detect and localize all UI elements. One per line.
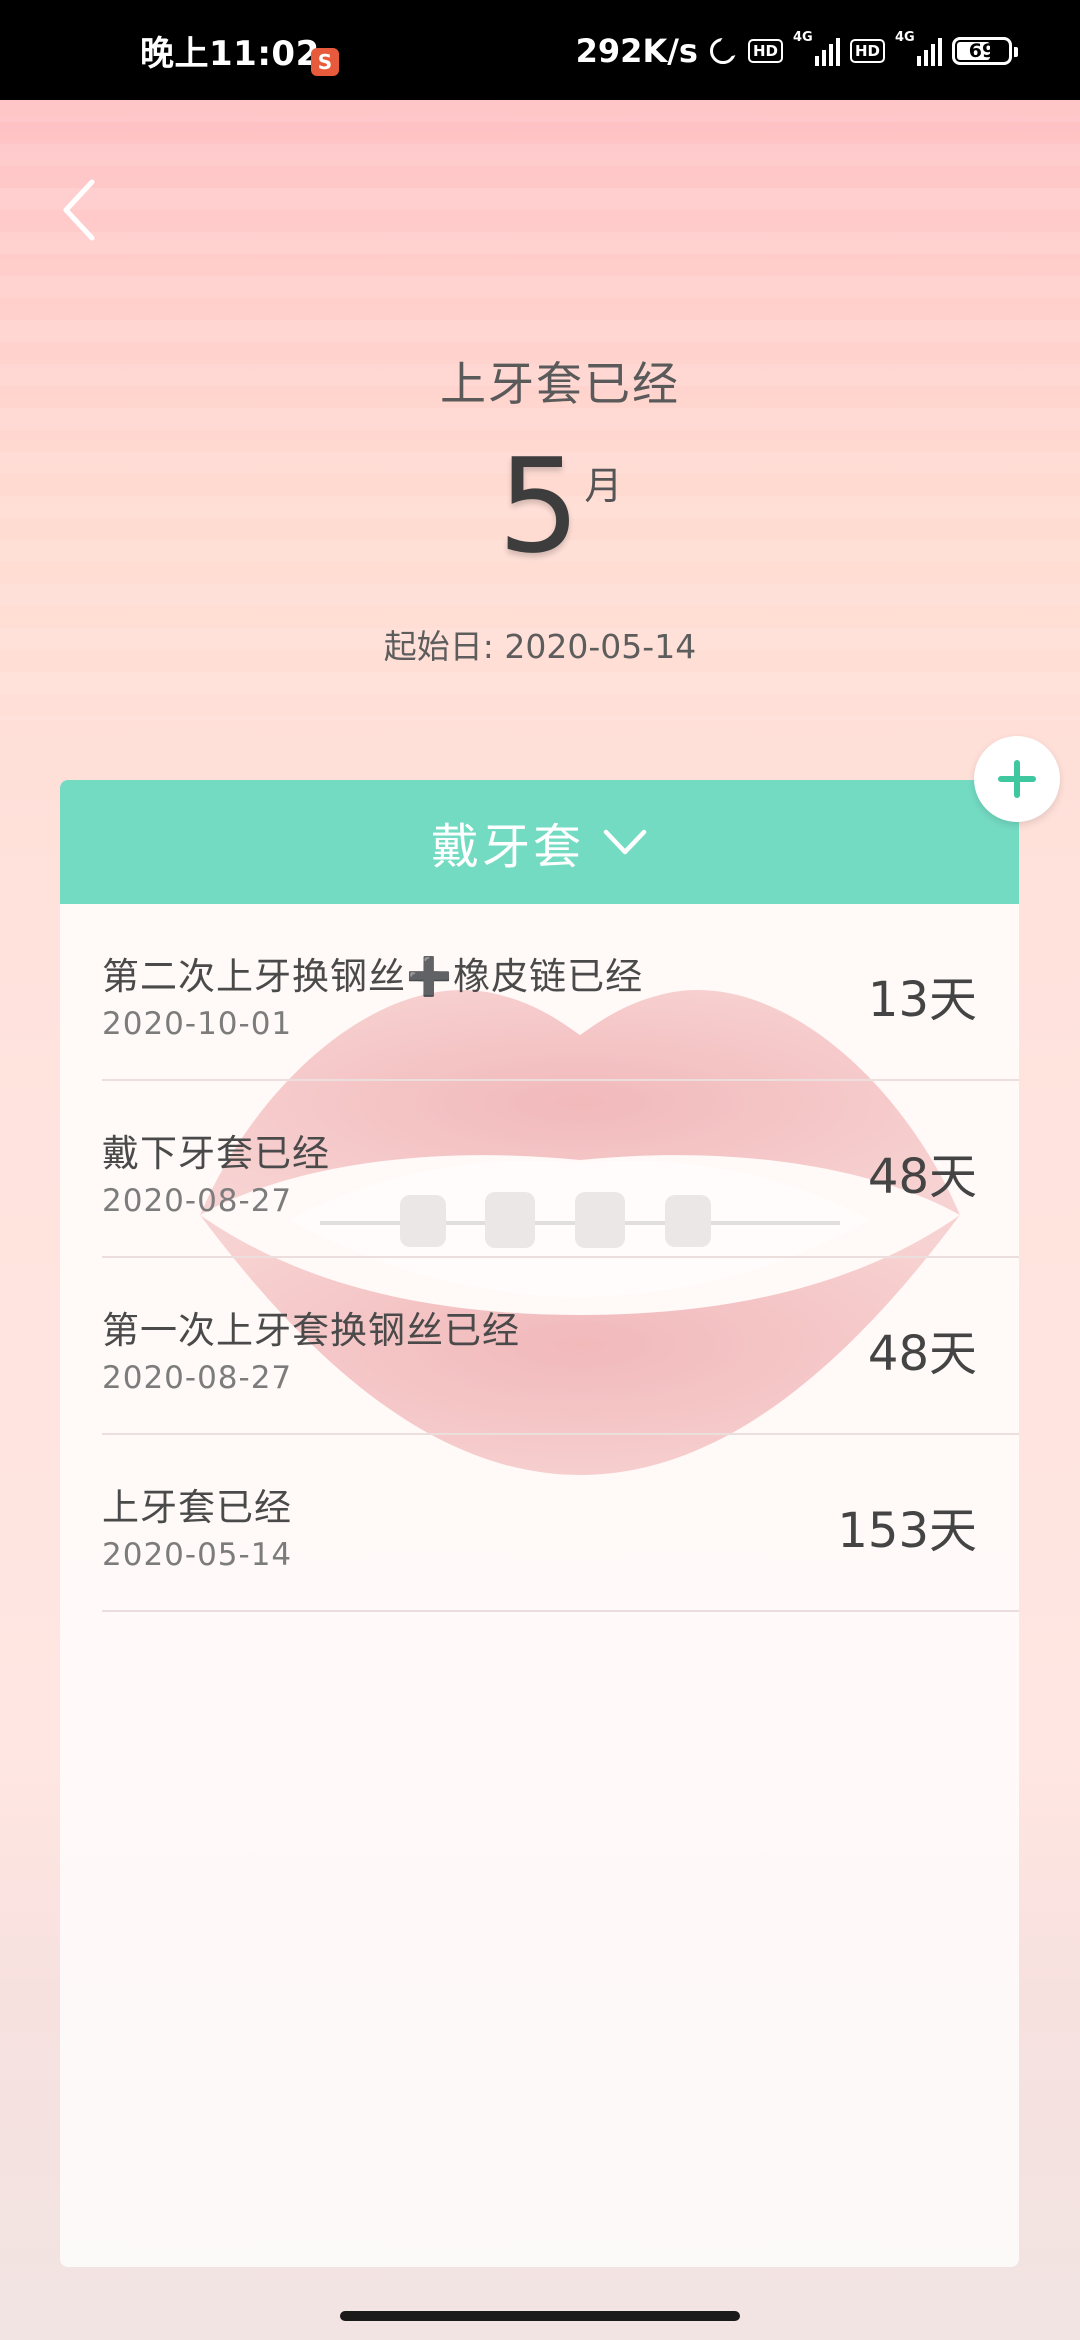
list-item[interactable]: 戴下牙套已经 2020-08-27 48天 (102, 1081, 1019, 1258)
signal-4g-icon: 4G (793, 30, 840, 66)
item-title: 戴下牙套已经 (102, 1132, 330, 1175)
category-label: 戴牙套 (430, 819, 584, 875)
elapsed-number: 5 (497, 430, 581, 582)
item-days: 48天 (867, 1326, 977, 1382)
start-date: 起始日: 2020-05-14 (0, 620, 1080, 668)
events-card: 戴牙套 第二次上牙换钢丝➕橡皮链已经 2020-10-01 13天 戴下牙套已经… (60, 780, 1019, 2267)
signal-label: 4G (895, 30, 915, 45)
item-title: 第一次上牙套换钢丝已经 (102, 1309, 520, 1352)
sogou-input-icon: S (311, 48, 339, 76)
item-days: 13天 (867, 972, 977, 1028)
elapsed-value: 5月 (0, 430, 1080, 582)
signal-4g-icon: 4G (895, 30, 942, 66)
list-item[interactable]: 上牙套已经 2020-05-14 153天 (102, 1435, 1019, 1612)
hd-icon: HD (849, 39, 885, 63)
elapsed-unit: 月 (584, 464, 623, 508)
category-selector[interactable]: 戴牙套 (60, 780, 1019, 904)
events-list: 第二次上牙换钢丝➕橡皮链已经 2020-10-01 13天 戴下牙套已经 202… (60, 904, 1019, 1612)
battery-icon: 69 (952, 37, 1018, 65)
page-title: 上牙套已经 (440, 357, 680, 411)
moon-icon (708, 34, 742, 66)
item-date: 2020-05-14 (102, 1537, 293, 1573)
start-date-label: 起始日: (383, 627, 494, 666)
add-event-button[interactable] (974, 736, 1060, 822)
screen: 晚上11:02 S 292K/s HD 4G HD 4G 69 上牙套已经 5 … (0, 0, 1080, 2340)
item-date: 2020-08-27 (102, 1183, 293, 1219)
list-item[interactable]: 第二次上牙换钢丝➕橡皮链已经 2020-10-01 13天 (102, 904, 1019, 1081)
home-indicator[interactable] (340, 2311, 740, 2321)
network-speed: 292K/s (575, 32, 698, 70)
plus-icon (995, 757, 1039, 801)
item-title: 上牙套已经 (102, 1486, 292, 1529)
status-right: 292K/s HD 4G HD 4G 69 (575, 26, 1018, 76)
battery-level: 69 (968, 40, 996, 62)
chevron-down-icon (602, 827, 648, 857)
chevron-left-icon (63, 179, 95, 241)
item-days: 153天 (837, 1503, 977, 1559)
hd-icon: HD (747, 39, 783, 63)
item-days: 48天 (867, 1149, 977, 1205)
item-date: 2020-08-27 (102, 1360, 293, 1396)
list-item[interactable]: 第一次上牙套换钢丝已经 2020-08-27 48天 (102, 1258, 1019, 1435)
signal-label: 4G (792, 30, 813, 45)
status-time: 晚上11:02 (140, 34, 320, 74)
item-date: 2020-10-01 (102, 1006, 293, 1042)
back-button[interactable] (56, 170, 116, 250)
start-date-value: 2020-05-14 (504, 627, 697, 666)
item-title: 第二次上牙换钢丝➕橡皮链已经 (102, 955, 644, 998)
status-bar: 晚上11:02 S 292K/s HD 4G HD 4G 69 (0, 0, 1080, 100)
